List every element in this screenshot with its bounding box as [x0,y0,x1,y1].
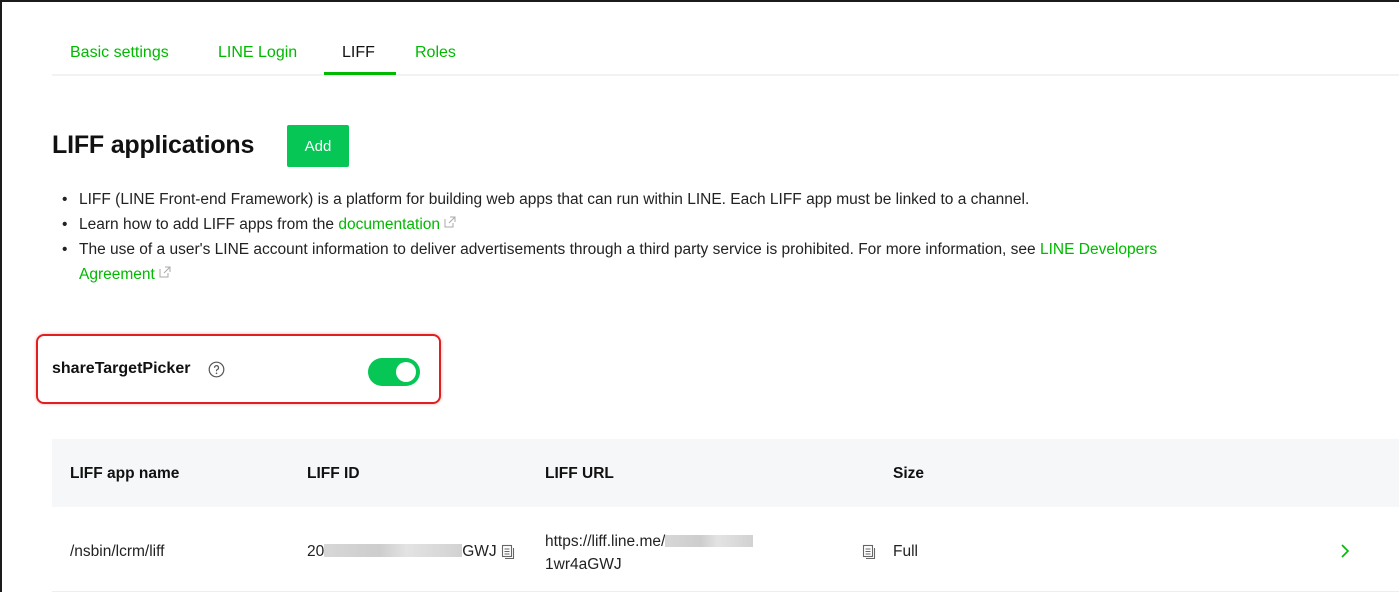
liff-url-line2: 1wr4aGWJ [545,556,622,573]
tab-line-login[interactable]: LINE Login [218,44,297,62]
external-link-icon [444,216,456,228]
link-text: LINE Developers [1039,241,1158,258]
list-item: LIFF (LINE Front-end Framework) is a pla… [62,187,1372,212]
copy-icon[interactable] [501,544,515,560]
liff-id: 20 GWJ [307,543,497,561]
column-header-url: LIFF URL [545,465,614,482]
column-header-id: LIFF ID [307,465,360,482]
liff-id-suffix: GWJ [462,543,497,560]
link-text: Agreement [79,266,155,283]
list-item: The use of a user's LINE account informa… [62,237,1372,287]
tab-bar: Basic settings LINE Login LIFF Roles [52,28,1399,76]
active-tab-indicator [324,72,396,75]
external-link-icon [159,266,171,278]
help-icon[interactable] [208,361,225,378]
table-header [52,439,1399,507]
column-header-size: Size [893,465,925,482]
documentation-link[interactable]: documentation [338,216,440,233]
list-item: Learn how to add LIFF apps from the docu… [62,212,1372,237]
toggle-knob [396,362,416,382]
liff-id-prefix: 20 [307,543,325,560]
copy-icon[interactable] [862,544,876,560]
bullet-text: Learn how to add LIFF apps from the [79,216,339,233]
redacted-block [665,535,754,547]
bullet-text: The use of a user's LINE account informa… [79,241,1040,258]
liff-app-name: /nsbin/lcrm/liff [70,543,165,560]
liff-size: Full [893,543,918,560]
share-target-picker-label: shareTargetPicker [52,360,191,377]
tab-basic-settings[interactable]: Basic settings [70,44,169,62]
info-list: LIFF (LINE Front-end Framework) is a pla… [62,187,1372,287]
chevron-right-icon[interactable] [1338,542,1352,560]
column-header-name: LIFF app name [70,465,180,482]
tab-liff[interactable]: LIFF [342,44,375,62]
liff-url-line1: https://liff.line.me/ [545,533,666,550]
tab-roles[interactable]: Roles [415,44,456,62]
share-target-picker-toggle[interactable] [368,358,420,386]
liff-url: https://liff.line.me/1wr4aGWJ [545,530,754,576]
redacted-block [324,544,463,557]
page-title: LIFF applications [52,131,255,159]
bullet-text: LIFF (LINE Front-end Framework) is a pla… [79,191,1030,208]
add-button[interactable]: Add [287,125,349,167]
